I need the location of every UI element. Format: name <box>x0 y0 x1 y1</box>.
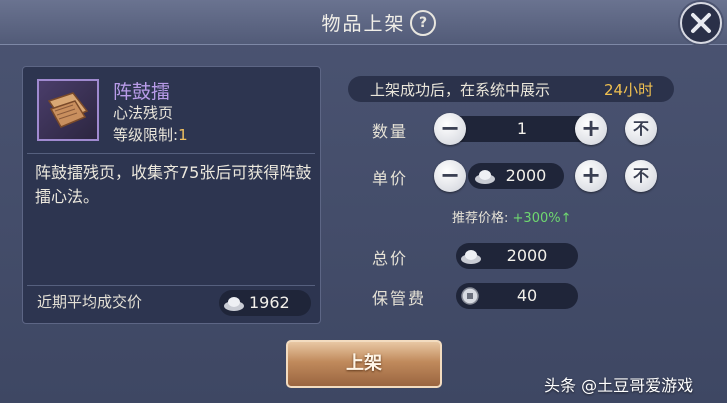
listing-dialog: 物品上架 ? 阵鼓擂 心法残页 等级限制:1 阵鼓擂残页，收集齐75张后可获得阵… <box>0 0 727 403</box>
quantity-field[interactable]: 1 <box>448 116 596 142</box>
dialog-title: 物品上架 <box>321 13 406 35</box>
quantity-label: 数量 <box>372 122 409 141</box>
silver-ingot-icon <box>461 250 481 264</box>
up-arrow-icon: ↑ <box>560 211 572 226</box>
notice-text: 上架成功后，在系统中展示 <box>370 81 551 99</box>
divider <box>27 153 315 154</box>
level-label: 等级限制: <box>113 126 179 144</box>
quantity-max-button[interactable]: 不 <box>625 113 657 145</box>
notice-hours: 24小时 <box>604 81 654 99</box>
quantity-plus-button[interactable]: + <box>575 113 607 145</box>
silver-ingot-icon <box>475 170 495 184</box>
list-item-button[interactable]: 上架 <box>286 340 442 388</box>
quantity-minus-button[interactable]: − <box>434 113 466 145</box>
close-button[interactable] <box>680 2 722 44</box>
avg-price-value: 1962 <box>249 293 290 312</box>
divider <box>27 285 315 286</box>
item-description: 阵鼓擂残页，收集齐75张后可获得阵鼓擂心法。 <box>35 163 312 206</box>
unit-price-label: 单价 <box>372 169 409 188</box>
title-bar: 物品上架 ? <box>0 0 727 45</box>
avg-price-label: 近期平均成交价 <box>37 293 143 311</box>
recommend-value: +300% <box>512 211 561 226</box>
scroll-page-icon <box>37 79 99 141</box>
unit-price-plus-button[interactable]: + <box>575 160 607 192</box>
watermark: 头条 @土豆哥爱游戏 <box>544 376 694 395</box>
item-type: 心法残页 <box>113 104 174 122</box>
item-info-panel: 阵鼓擂 心法残页 等级限制:1 阵鼓擂残页，收集齐75张后可获得阵鼓擂心法。 近… <box>22 66 321 324</box>
unit-price-max-button[interactable]: 不 <box>625 160 657 192</box>
unit-price-minus-button[interactable]: − <box>434 160 466 192</box>
total-price-label: 总价 <box>372 249 409 268</box>
item-level-limit: 等级限制:1 <box>113 124 188 145</box>
fee-label: 保管费 <box>372 289 427 308</box>
recommend-label: 推荐价格: <box>452 211 509 226</box>
coin-icon <box>461 287 479 305</box>
silver-ingot-icon <box>224 297 244 311</box>
level-value: 1 <box>178 126 188 144</box>
question-icon[interactable]: ? <box>410 10 436 36</box>
close-icon <box>691 13 711 33</box>
recommend-price: 推荐价格: +300%↑ <box>452 207 572 226</box>
item-name: 阵鼓擂 <box>113 81 171 103</box>
